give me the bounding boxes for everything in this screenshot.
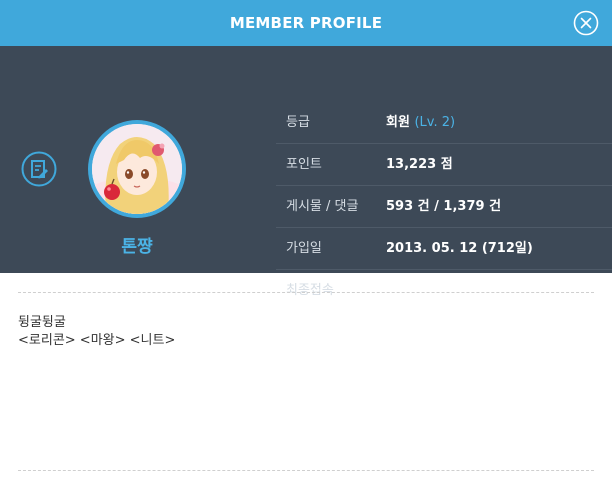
posts-label: 게시물 / 댓글 [286, 199, 359, 214]
info-row-grade: 등급 회원 (Lv. 2) [276, 102, 612, 144]
grade-value-group: 회원 (Lv. 2) [386, 102, 455, 143]
profile-panel: 톤쨩 등급 회원 (Lv. 2) 포인트 13,223 점 게시물 / 댓글 5… [0, 46, 612, 298]
points-value: 13,223 점 [386, 157, 453, 172]
dialog-title: MEMBER PROFILE [229, 14, 383, 32]
points-label: 포인트 [286, 157, 322, 172]
joined-label: 가입일 [286, 241, 322, 256]
bio-line-1: 뒹굴뒹굴 [18, 315, 66, 330]
grade-level: (Lv. 2) [414, 115, 456, 130]
edit-profile-button[interactable] [21, 151, 57, 187]
info-row-points: 포인트 13,223 점 [276, 144, 612, 186]
grade-value: 회원 [386, 115, 410, 130]
bio-line-2: <로리콘> <마왕> <니트> [18, 333, 176, 348]
bio-text: 뒹굴뒹굴 <로리콘> <마왕> <니트> [18, 314, 175, 350]
bio-section: 뒹굴뒹굴 <로리콘> <마왕> <니트> [0, 273, 612, 485]
anime-girl-avatar [92, 124, 182, 214]
info-row-joined: 가입일 2013. 05. 12 (712일) [276, 228, 612, 270]
divider-bottom [18, 470, 594, 471]
close-button[interactable] [573, 10, 599, 36]
avatar-frame [88, 120, 186, 218]
avatar[interactable] [92, 124, 182, 214]
title-bar: MEMBER PROFILE [0, 0, 612, 46]
nickname: 톤쨩 [121, 237, 153, 257]
divider-top [18, 292, 594, 293]
edit-note-icon[interactable] [21, 151, 57, 187]
posts-value: 593 건 / 1,379 건 [386, 199, 502, 214]
close-circle-icon[interactable] [573, 10, 599, 36]
grade-label: 등급 [286, 115, 310, 130]
info-row-posts: 게시물 / 댓글 593 건 / 1,379 건 [276, 186, 612, 228]
joined-value: 2013. 05. 12 (712일) [386, 241, 533, 256]
